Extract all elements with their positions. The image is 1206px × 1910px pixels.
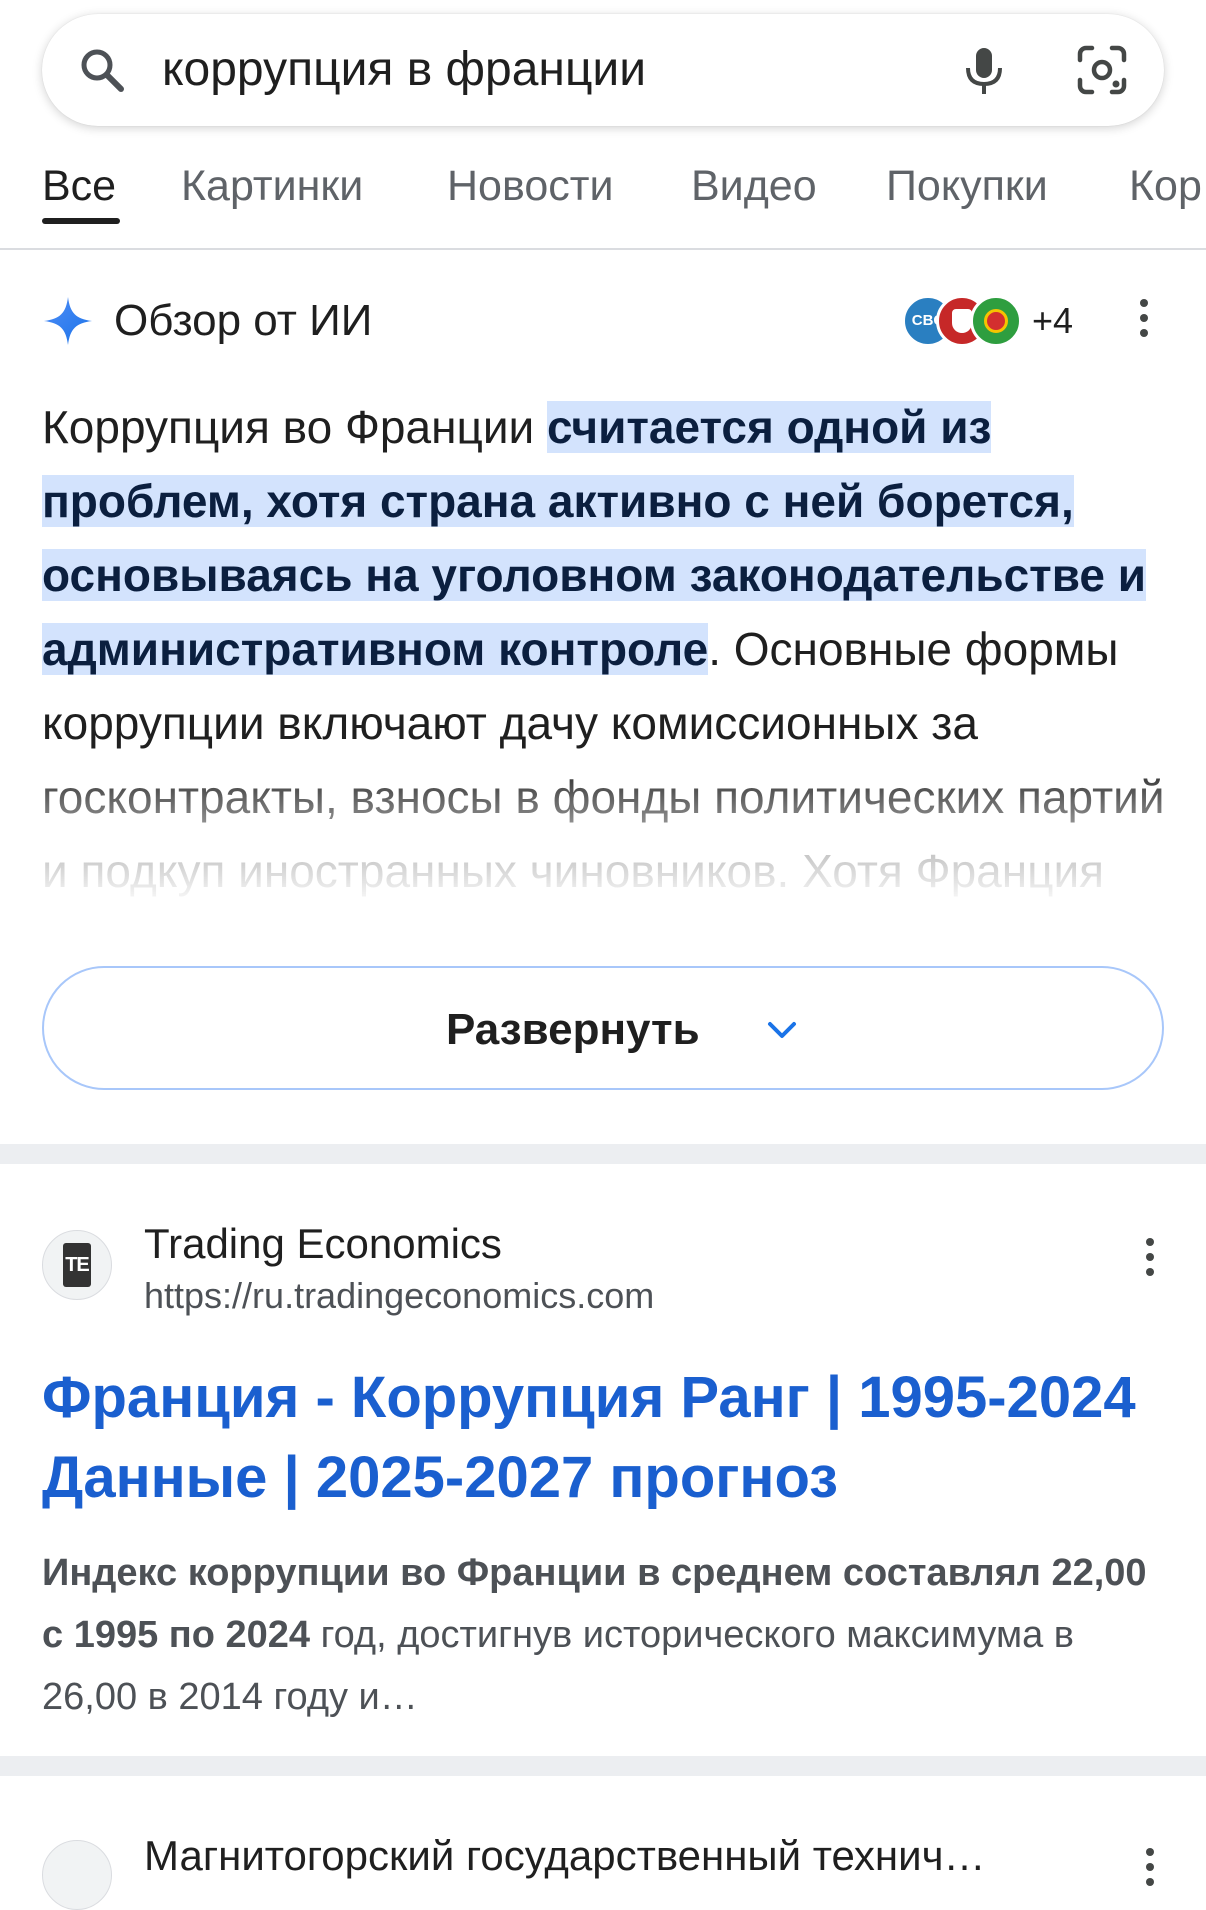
- result-site-name[interactable]: Trading Economics: [144, 1220, 502, 1268]
- tab-video[interactable]: Видео: [691, 162, 817, 211]
- tab-news[interactable]: Новости: [447, 162, 613, 211]
- source-icons[interactable]: CBC: [902, 295, 1022, 347]
- favicon-text: TE: [63, 1243, 91, 1287]
- ai-text-continued: . Основные формы коррупции включают дачу…: [42, 623, 1165, 971]
- favicon-te-icon[interactable]: TE: [42, 1230, 112, 1300]
- ai-text-intro: Коррупция во Франции: [42, 401, 548, 453]
- tab-all[interactable]: Все: [42, 162, 116, 211]
- result-more-icon[interactable]: [1144, 1238, 1156, 1286]
- result-title-link[interactable]: Франция - Коррупция Ранг | 1995-2024 Дан…: [42, 1358, 1152, 1518]
- search-tabs: Все Картинки Новости Видео Покупки Кор: [0, 130, 1206, 250]
- more-options-icon[interactable]: [1138, 299, 1150, 347]
- source-flag-icon[interactable]: [970, 295, 1022, 347]
- tab-more[interactable]: Кор: [1129, 162, 1202, 211]
- ai-overview-title: Обзор от ИИ: [114, 296, 373, 345]
- active-tab-indicator: [42, 218, 120, 224]
- section-separator: [0, 1144, 1206, 1164]
- search-icon[interactable]: [76, 44, 128, 96]
- expand-label: Развернуть: [446, 1005, 700, 1054]
- tab-shopping[interactable]: Покупки: [886, 162, 1048, 211]
- mic-icon[interactable]: [954, 40, 1014, 100]
- result-2-more-icon[interactable]: [1144, 1848, 1156, 1896]
- search-input[interactable]: коррупция в франции: [162, 44, 646, 96]
- result-snippet: Индекс коррупции во Франции в среднем со…: [42, 1542, 1152, 1728]
- result-2-site-name[interactable]: Магнитогорский государственный технич…: [144, 1832, 985, 1880]
- ai-overview-header: Обзор от ИИ CBC +4: [42, 295, 1164, 347]
- section-separator-2: [0, 1756, 1206, 1776]
- expand-button[interactable]: Развернуть: [42, 966, 1164, 1090]
- result-url[interactable]: https://ru.tradingeconomics.com: [144, 1274, 654, 1318]
- favicon-university-icon[interactable]: [42, 1840, 112, 1910]
- ai-overview-text: Коррупция во Франции считается одной из …: [42, 390, 1167, 982]
- sparkle-icon: [44, 297, 92, 345]
- search-bar[interactable]: коррупция в франции: [42, 14, 1164, 126]
- chevron-down-icon: [768, 1022, 796, 1038]
- tab-images[interactable]: Картинки: [181, 162, 363, 211]
- sources-more-count[interactable]: +4: [1032, 295, 1073, 347]
- camera-lens-icon[interactable]: [1072, 40, 1132, 100]
